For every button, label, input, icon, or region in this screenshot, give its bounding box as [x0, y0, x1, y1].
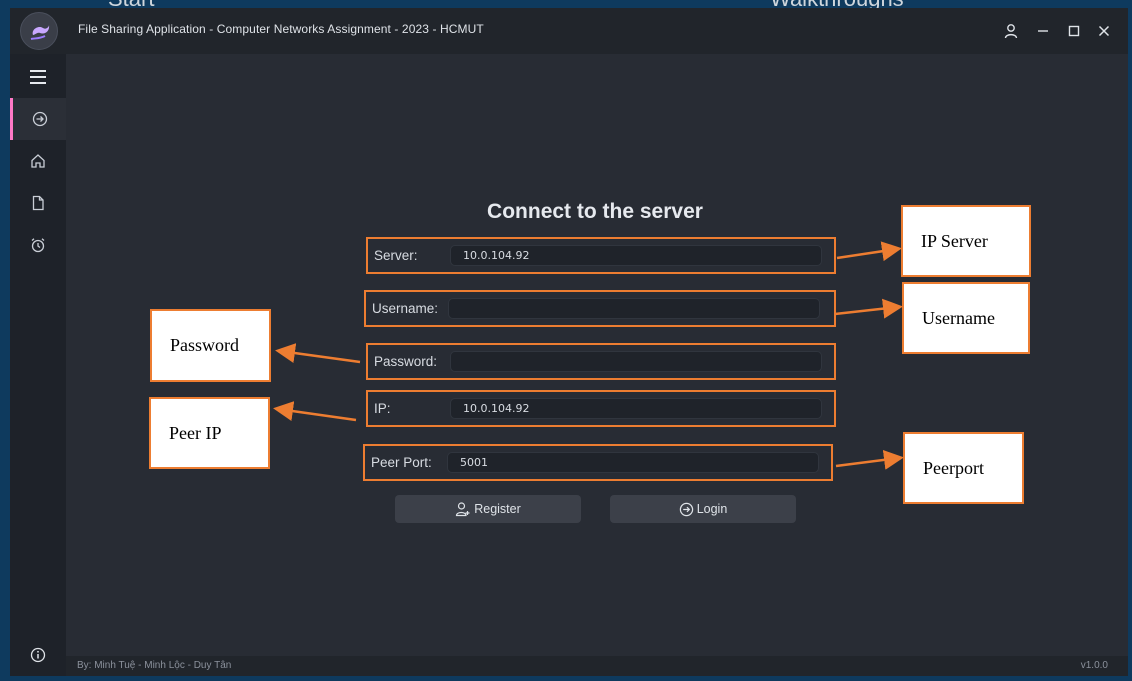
arrow-ip-server [836, 241, 902, 262]
arrow-peer-ip [273, 401, 357, 422]
arrow-peerport [835, 449, 904, 470]
annotation-arrows [273, 241, 904, 470]
arrow-password [275, 343, 361, 364]
arrow-username [834, 298, 903, 319]
